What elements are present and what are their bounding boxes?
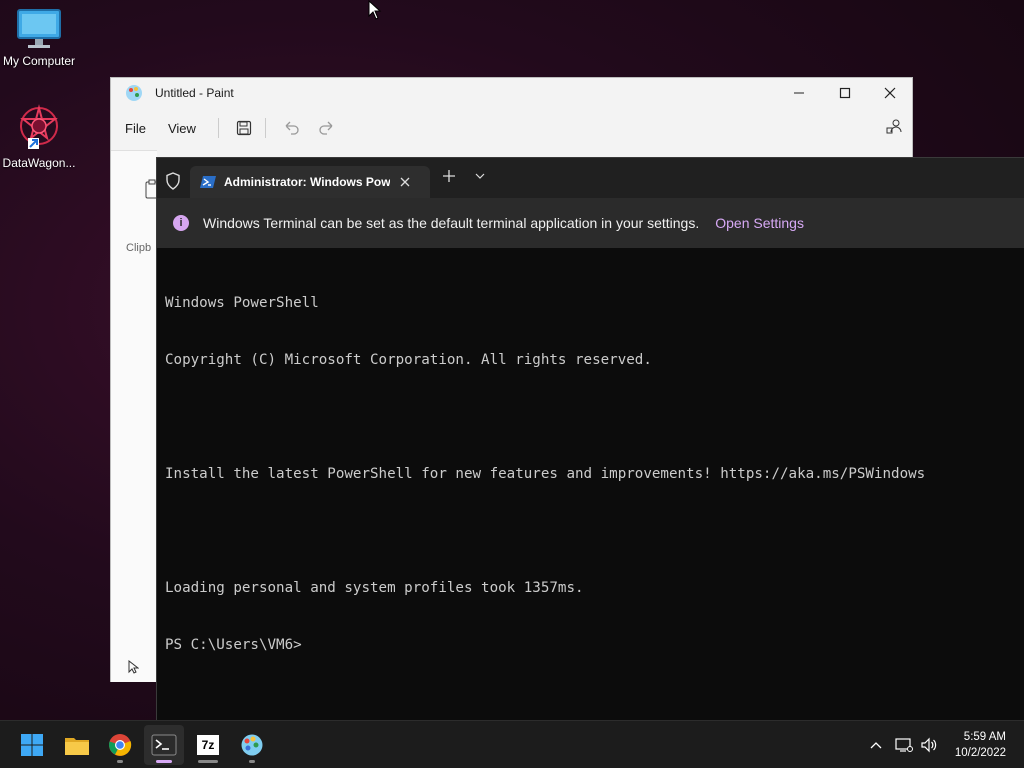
infobar-message: Windows Terminal can be set as the defau… — [203, 215, 700, 231]
taskbar-chrome[interactable] — [100, 725, 140, 765]
clipboard-group-label: Clipb — [126, 242, 152, 254]
maximize-button[interactable] — [822, 78, 868, 108]
paint-ribbon — [111, 150, 159, 682]
running-indicator — [198, 760, 218, 763]
terminal-tabstrip: Administrator: Windows Powe — [157, 158, 1024, 198]
taskbar-file-explorer[interactable] — [57, 725, 97, 765]
show-hidden-icons-button[interactable] — [866, 721, 886, 768]
taskbar-paint[interactable] — [232, 725, 272, 765]
menu-separator — [217, 118, 219, 138]
powershell-icon — [200, 176, 216, 188]
menu-view[interactable]: View — [168, 121, 196, 136]
running-indicator — [249, 760, 255, 763]
paint-titlebar[interactable]: Untitled - Paint — [111, 78, 912, 108]
menu-separator — [264, 118, 266, 138]
chevron-down-icon[interactable] — [475, 172, 485, 180]
taskbar-terminal[interactable] — [144, 725, 184, 765]
maximize-icon — [839, 87, 851, 99]
desktop-icon-datawagon[interactable]: DataWagon... — [0, 104, 78, 170]
taskbar-7zip[interactable]: 7z — [188, 725, 228, 765]
account-button[interactable] — [879, 114, 909, 140]
desktop-icon-label: DataWagon... — [2, 156, 76, 170]
network-icon — [895, 738, 913, 752]
terminal-window[interactable]: Administrator: Windows Powe i Windows Te… — [156, 157, 1024, 720]
console-line: Copyright (C) Microsoft Corporation. All… — [165, 352, 652, 368]
taskbar: 7z 5:59 AM 10/2/2022 — [0, 720, 1024, 768]
redo-button[interactable] — [312, 115, 342, 141]
tab-powershell[interactable]: Administrator: Windows Powe — [190, 166, 430, 198]
redo-icon — [319, 121, 333, 135]
minimize-icon — [794, 92, 804, 94]
start-button[interactable] — [12, 725, 52, 765]
active-indicator — [156, 760, 172, 763]
paint-app-icon — [126, 85, 142, 101]
tab-title: Administrator: Windows Powe — [224, 175, 390, 189]
volume-icon — [921, 737, 937, 753]
account-settings-icon — [886, 119, 902, 134]
open-settings-link[interactable]: Open Settings — [715, 215, 804, 231]
start-icon — [21, 734, 43, 756]
chrome-icon — [109, 734, 132, 756]
network-button[interactable] — [893, 721, 915, 768]
terminal-icon — [151, 734, 177, 756]
undo-button[interactable] — [276, 115, 306, 141]
datawagon-icon — [20, 104, 58, 149]
desktop-icon-my-computer[interactable]: My Computer — [0, 8, 78, 68]
undo-icon — [285, 121, 299, 135]
close-icon — [884, 87, 896, 99]
file-explorer-icon — [65, 738, 89, 755]
close-tab-icon[interactable] — [400, 177, 410, 187]
7zip-label: 7z — [201, 738, 215, 752]
console-prompt: PS C:\Users\VM6> — [165, 637, 302, 653]
clock-date: 10/2/2022 — [954, 747, 1006, 759]
console-output[interactable]: Windows PowerShell Copyright (C) Microso… — [157, 248, 1024, 693]
info-icon: i — [173, 215, 189, 231]
clock[interactable]: 5:59 AM 10/2/2022 — [955, 729, 1006, 761]
7zip-icon: 7z — [197, 735, 219, 755]
running-indicator — [117, 760, 123, 763]
paint-window-title: Untitled - Paint — [155, 86, 234, 100]
new-tab-icon[interactable] — [443, 170, 455, 182]
menu-file[interactable]: File — [125, 121, 146, 136]
volume-button[interactable] — [918, 721, 940, 768]
chevron-up-icon — [870, 742, 882, 749]
console-line: Loading personal and system profiles too… — [165, 580, 584, 596]
desktop-icon-label: My Computer — [2, 54, 76, 68]
minimize-button[interactable] — [776, 78, 822, 108]
monitor-icon — [17, 9, 61, 48]
paint-menubar: File View — [111, 108, 912, 148]
paint-icon — [241, 734, 263, 756]
select-tool-icon[interactable] — [127, 660, 139, 674]
save-icon — [236, 120, 252, 136]
console-line: Install the latest PowerShell for new fe… — [165, 466, 926, 482]
save-button[interactable] — [229, 115, 259, 141]
close-button[interactable] — [867, 78, 913, 108]
clock-time: 5:59 AM — [963, 731, 1006, 743]
mouse-cursor-icon — [368, 0, 382, 20]
default-terminal-infobar: i Windows Terminal can be set as the def… — [157, 198, 1024, 248]
shield-icon — [166, 172, 180, 190]
console-line: Windows PowerShell — [165, 295, 319, 311]
